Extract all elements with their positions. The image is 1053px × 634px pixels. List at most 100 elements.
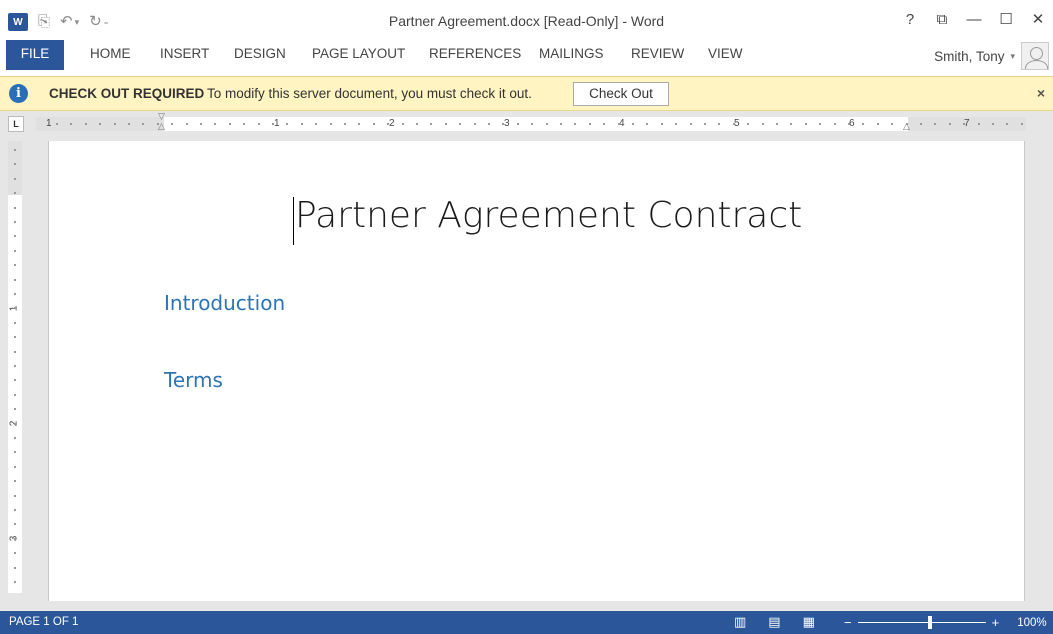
ruler-dot (300, 123, 303, 125)
ruler-dot (113, 123, 116, 125)
heading-terms[interactable]: Terms (164, 368, 223, 392)
ribbon-display-options-icon[interactable]: ⧉ (933, 11, 951, 28)
print-layout-icon[interactable]: ▤ (768, 614, 780, 630)
ruler-number: 1 (274, 118, 280, 129)
ruler-dot (329, 123, 332, 125)
user-account[interactable]: Smith, Tony ▾ (934, 40, 1049, 72)
zoom-level[interactable]: 100% (1017, 617, 1046, 629)
ruler-dot (14, 379, 16, 382)
zoom-slider[interactable] (857, 616, 986, 629)
tab-references[interactable]: REFERENCES (429, 40, 521, 70)
ruler-dot (14, 336, 16, 339)
ruler-dot (574, 123, 577, 125)
document-page[interactable]: Partner Agreement Contract Introduction … (48, 141, 1025, 601)
read-mode-icon[interactable]: ▥ (734, 614, 746, 630)
ruler-dot (286, 123, 289, 125)
ruler-dot (430, 123, 433, 125)
ruler-dot (747, 123, 750, 125)
avatar[interactable] (1021, 42, 1049, 70)
zoom-out-button[interactable]: − (844, 615, 852, 630)
message-text: To modify this server document, you must… (207, 86, 532, 101)
ruler-dot (14, 192, 16, 195)
ruler-dot (257, 123, 260, 125)
ruler-number: 3 (504, 118, 510, 129)
check-out-button[interactable]: Check Out (573, 82, 669, 106)
tab-file[interactable]: FILE (6, 40, 64, 70)
ruler-dot (761, 123, 764, 125)
zoom-control: − + 100% (844, 611, 1047, 634)
web-layout-icon[interactable]: ▦ (803, 614, 815, 630)
ruler-dot (848, 123, 850, 125)
ruler-dot (603, 123, 606, 125)
status-bar: PAGE 1 OF 1 ▥ ▤ ▦ − + 100% (0, 611, 1053, 634)
ruler-dot (444, 123, 447, 125)
page-info[interactable]: PAGE 1 OF 1 (9, 616, 78, 628)
ruler-dot (977, 123, 980, 125)
close-icon[interactable]: ✕ (1029, 10, 1047, 28)
ruler-dot (776, 123, 778, 125)
zoom-in-button[interactable]: + (992, 615, 1000, 630)
ruler-dot (732, 123, 735, 125)
ruler-dot (632, 123, 634, 125)
ruler-dot (516, 123, 519, 125)
ruler-dot (660, 123, 663, 125)
tab-review[interactable]: REVIEW (631, 40, 684, 70)
chevron-down-icon: ▾ (1010, 50, 1015, 61)
ruler-dot (963, 123, 966, 125)
ruler-dot (1006, 123, 1009, 125)
tab-view[interactable]: VIEW (708, 40, 743, 70)
ruler-dot (14, 537, 16, 540)
ruler-dot (14, 509, 16, 511)
ruler-dot (14, 581, 16, 583)
tab-selector[interactable]: L (8, 116, 24, 132)
tab-insert[interactable]: INSERT (160, 40, 209, 70)
ruler-dot (646, 123, 649, 125)
close-message-icon[interactable]: × (1037, 85, 1045, 101)
tab-home[interactable]: HOME (90, 40, 131, 70)
ruler-dot (920, 123, 922, 125)
ruler-number: 1 (46, 118, 52, 129)
tab-mailings[interactable]: MAILINGS (539, 40, 604, 70)
ruler-dot (200, 123, 202, 125)
ruler-dot (14, 480, 16, 483)
ruler-dot (1020, 123, 1023, 125)
ruler-dot (14, 523, 16, 526)
ruler-dot (171, 123, 174, 125)
ruler-dot (675, 123, 678, 125)
ruler-number: 5 (734, 118, 740, 129)
document-area: L 1 1 2 3 4 5 6 7 ▽ △ △ 1 2 3 Partner Ag… (0, 111, 1053, 611)
ruler-dot (531, 123, 534, 125)
ruler-dot (14, 249, 16, 252)
ruler-dot (14, 566, 16, 569)
ruler-dot (488, 123, 490, 125)
document-title[interactable]: Partner Agreement Contract (295, 195, 802, 236)
window-title: Partner Agreement.docx [Read-Only] - Wor… (388, 13, 665, 29)
ruler-dot (704, 123, 706, 125)
horizontal-ruler[interactable]: 1 1 2 3 4 5 6 7 ▽ △ △ (36, 111, 1026, 132)
tab-page-layout[interactable]: PAGE LAYOUT (312, 40, 405, 70)
ruler-dot (718, 123, 721, 125)
ruler-dot (617, 123, 620, 125)
ruler-dot (891, 123, 894, 125)
maximize-icon[interactable]: ☐ (997, 10, 1015, 28)
ruler-dot (862, 123, 865, 125)
ruler-dot (14, 408, 16, 411)
vertical-ruler[interactable]: 1 2 3 (8, 141, 22, 593)
ribbon-tabs: FILE HOME INSERT DESIGN PAGE LAYOUT REFE… (0, 40, 1053, 72)
heading-introduction[interactable]: Introduction (164, 291, 285, 315)
ruler-dot (14, 494, 16, 497)
minimize-icon[interactable]: — (965, 11, 983, 28)
ruler-dot (14, 307, 16, 310)
help-icon[interactable]: ? (901, 11, 919, 28)
ruler-dot (372, 123, 375, 125)
ruler-dot (804, 123, 807, 125)
hanging-indent-marker[interactable]: △ (158, 121, 165, 132)
ruler-dot (14, 235, 16, 238)
tab-design[interactable]: DESIGN (234, 40, 286, 70)
ruler-dot (99, 123, 102, 125)
ruler-dot (588, 123, 591, 125)
zoom-slider-thumb[interactable] (927, 616, 932, 629)
ruler-dot (14, 293, 16, 295)
ruler-dot (14, 393, 16, 396)
ruler-dot (14, 552, 16, 555)
